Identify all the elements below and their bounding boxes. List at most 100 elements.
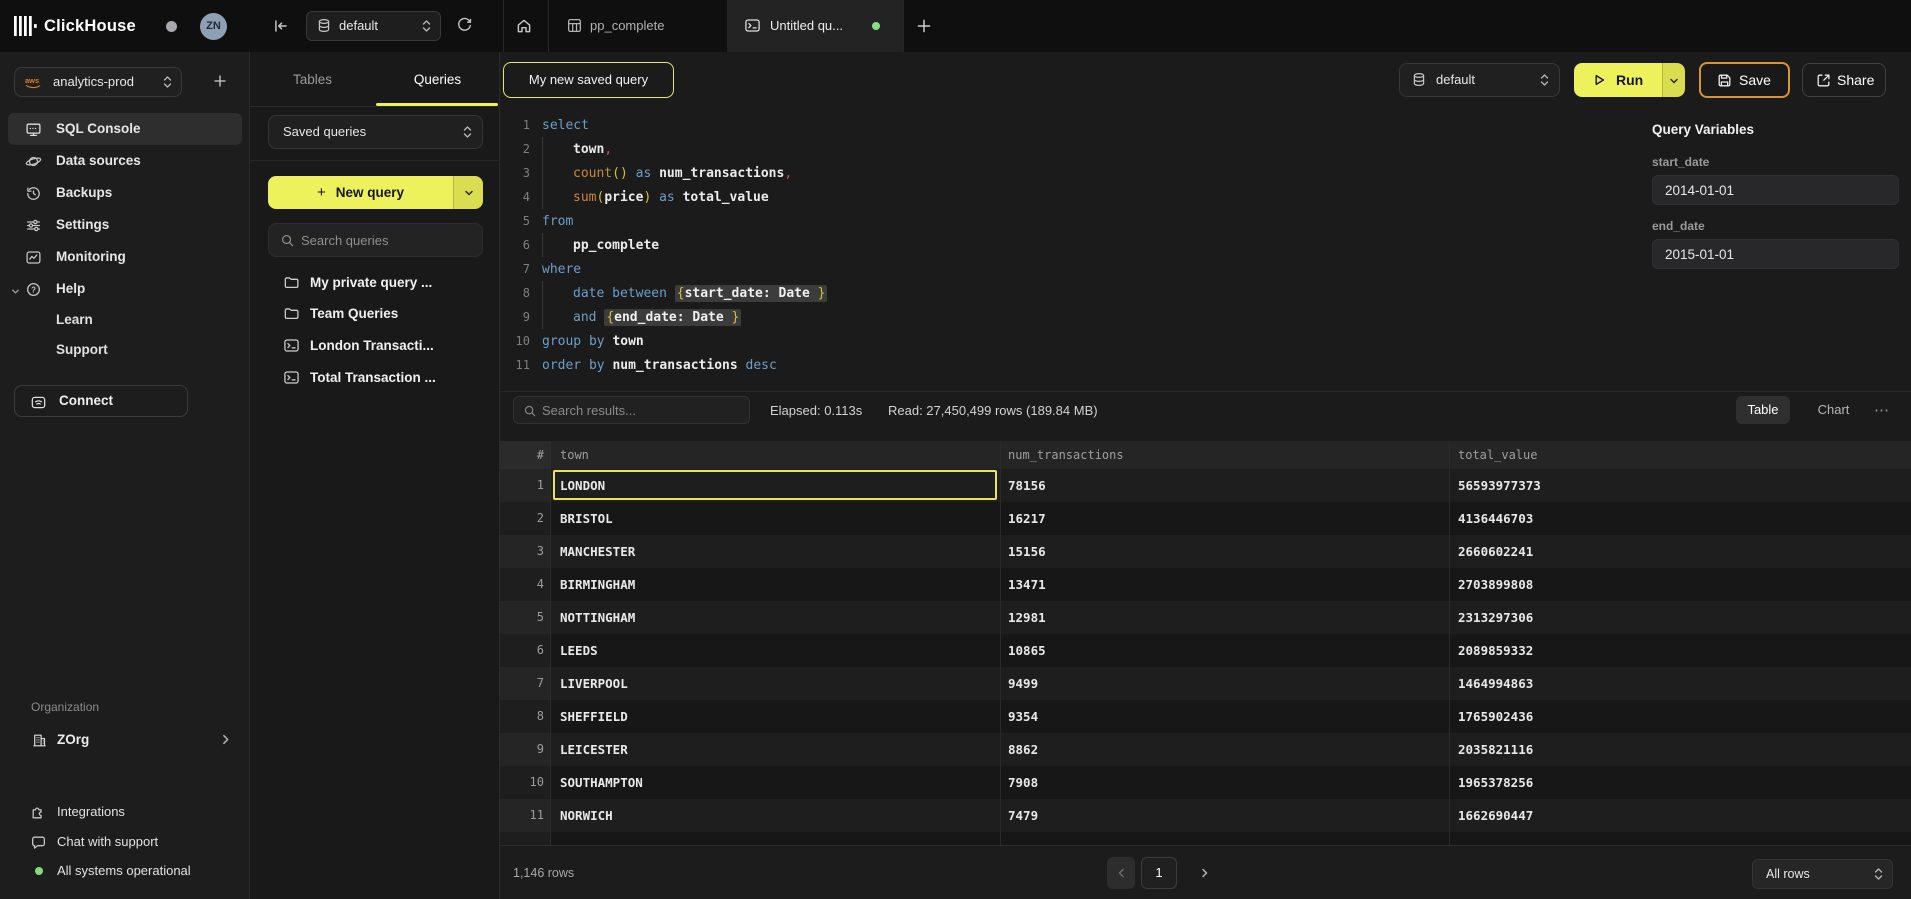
refresh-icon[interactable] [456, 17, 473, 39]
sidebar-item-chat-support[interactable]: Chat with support [8, 827, 242, 857]
table-cell[interactable]: 4136446703 [1458, 502, 1533, 535]
view-chart-button[interactable]: Chart [1805, 396, 1862, 424]
new-query-dropdown[interactable] [453, 176, 483, 209]
table-cell[interactable]: 13471 [1008, 568, 1046, 601]
run-options-dropdown[interactable] [1662, 63, 1685, 97]
saved-queries-selector[interactable]: Saved queries [268, 115, 483, 149]
table-cell[interactable]: BIRMINGHAM [560, 568, 635, 601]
table-cell[interactable]: 1662690447 [1458, 799, 1533, 832]
new-query-main[interactable]: +New query [268, 176, 453, 209]
table-cell[interactable]: 9499 [1008, 667, 1038, 700]
topbar-database-selector[interactable]: default [306, 11, 441, 41]
table-cell[interactable]: LEEDS [560, 634, 598, 667]
sql-token: num_transactions [612, 358, 737, 373]
table-cell[interactable]: NOTTINGHAM [560, 601, 635, 634]
table-cell[interactable]: 8862 [1008, 733, 1038, 766]
table-cell[interactable]: SOUTHAMPTON [560, 766, 643, 799]
tab-untitled-query[interactable]: Untitled qu... [727, 0, 903, 52]
start-date-input[interactable] [1652, 175, 1899, 205]
organization-row[interactable]: ZOrg [8, 724, 242, 756]
sidebar-item-learn[interactable]: Learn [56, 304, 93, 336]
sql-editor[interactable]: 1select2town,3count() as num_transaction… [500, 107, 1640, 391]
table-cell[interactable]: 2089859332 [1458, 634, 1533, 667]
query-list-item-total[interactable]: Total Transaction ... [258, 362, 492, 393]
sidebar-item-help[interactable]: ? Help [8, 273, 242, 305]
add-service-button[interactable] [212, 73, 228, 94]
table-cell[interactable]: LIVERPOOL [560, 667, 628, 700]
search-results-input[interactable] [542, 397, 742, 423]
more-options-button[interactable]: ⋯ [1874, 392, 1890, 429]
collapse-back-icon[interactable] [272, 17, 290, 40]
table-cell[interactable]: 9354 [1008, 700, 1038, 733]
table-cell[interactable]: 2660602241 [1458, 535, 1533, 568]
row-number: 6 [500, 634, 544, 667]
sidebar-item-monitoring[interactable]: Monitoring [8, 241, 242, 273]
query-list-item-london[interactable]: London Transacti... [258, 330, 492, 361]
tab-tables[interactable]: Tables [250, 52, 375, 107]
table-cell[interactable]: NORWICH [560, 799, 613, 832]
current-page-number[interactable]: 1 [1141, 857, 1177, 889]
chevron-updown-icon [1539, 72, 1550, 93]
share-button[interactable]: Share [1802, 63, 1886, 97]
line-number: 9 [500, 305, 530, 329]
tab-pp-complete[interactable]: pp_complete [548, 0, 727, 52]
tab-queries[interactable]: Queries [375, 52, 500, 107]
table-cell[interactable]: 2313297306 [1458, 601, 1533, 634]
new-tab-button[interactable] [915, 17, 933, 40]
table-cell[interactable]: 1965378256 [1458, 766, 1533, 799]
query-list-item-team[interactable]: Team Queries [258, 298, 492, 329]
avatar[interactable]: ZN [200, 13, 227, 40]
table-cell[interactable]: 16217 [1008, 502, 1046, 535]
table-row: 5NOTTINGHAM129812313297306 [500, 601, 1911, 634]
column-header[interactable]: total_value [1458, 441, 1537, 469]
table-row: 10SOUTHAMPTON79081965378256 [500, 766, 1911, 799]
saved-query-tab[interactable]: My new saved query [503, 62, 674, 98]
table-cell[interactable]: 1464994863 [1458, 667, 1533, 700]
table-cell[interactable]: 7479 [1008, 799, 1038, 832]
sidebar-item-settings[interactable]: Settings [8, 209, 242, 241]
column-header[interactable]: town [560, 441, 589, 469]
table-cell[interactable]: 1765902436 [1458, 700, 1533, 733]
sidebar-item-sql-console[interactable]: SQL Console [8, 113, 242, 145]
run-button-group: Run [1574, 63, 1685, 97]
table-cell[interactable]: 15156 [1008, 535, 1046, 568]
prev-page-button[interactable] [1107, 857, 1135, 889]
sidebar-item-integrations[interactable]: Integrations [8, 797, 242, 827]
system-status[interactable]: All systems operational [8, 856, 242, 886]
variable-name: end_date: Date [614, 310, 731, 325]
table-cell[interactable]: 7908 [1008, 766, 1038, 799]
end-date-input[interactable] [1652, 239, 1899, 269]
search-queries-input[interactable] [301, 224, 471, 256]
query-list-item-private[interactable]: My private query ... [258, 267, 492, 298]
view-table-button[interactable]: Table [1736, 396, 1790, 424]
table-cell[interactable]: 12981 [1008, 601, 1046, 634]
sidebar-item-backups[interactable]: Backups [8, 177, 242, 209]
column-header[interactable]: num_transactions [1008, 441, 1124, 469]
code-line: 7where [500, 257, 1640, 281]
code-text: pp_complete [542, 238, 659, 253]
connect-button[interactable]: Connect [14, 385, 188, 417]
page-size-selector[interactable]: All rows [1752, 859, 1893, 889]
run-button[interactable]: Run [1574, 63, 1662, 97]
database-icon [317, 18, 331, 37]
table-cell[interactable]: 2703899808 [1458, 568, 1533, 601]
next-page-button[interactable] [1194, 857, 1214, 889]
sql-token: as [636, 166, 652, 181]
table-cell[interactable]: 10865 [1008, 634, 1046, 667]
plus-icon: + [317, 184, 326, 201]
table-cell[interactable]: LEICESTER [560, 733, 628, 766]
table-cell[interactable]: BRISTOL [560, 502, 613, 535]
sidebar-item-data-sources[interactable]: Data sources [8, 145, 242, 177]
editor-database-selector[interactable]: default [1399, 63, 1560, 97]
table-cell[interactable]: 56593977373 [1458, 469, 1541, 502]
sidebar-item-support[interactable]: Support [56, 334, 108, 366]
end-date-label: end_date [1652, 219, 1705, 233]
column-header[interactable]: # [500, 441, 544, 469]
table-cell[interactable]: 78156 [1008, 469, 1046, 502]
table-cell[interactable]: 2035821116 [1458, 733, 1533, 766]
home-icon[interactable] [515, 17, 533, 40]
table-cell[interactable]: MANCHESTER [560, 535, 635, 568]
service-selector[interactable]: aws analytics-prod [14, 67, 182, 97]
save-button[interactable]: Save [1699, 62, 1790, 98]
table-cell[interactable]: SHEFFIELD [560, 700, 628, 733]
